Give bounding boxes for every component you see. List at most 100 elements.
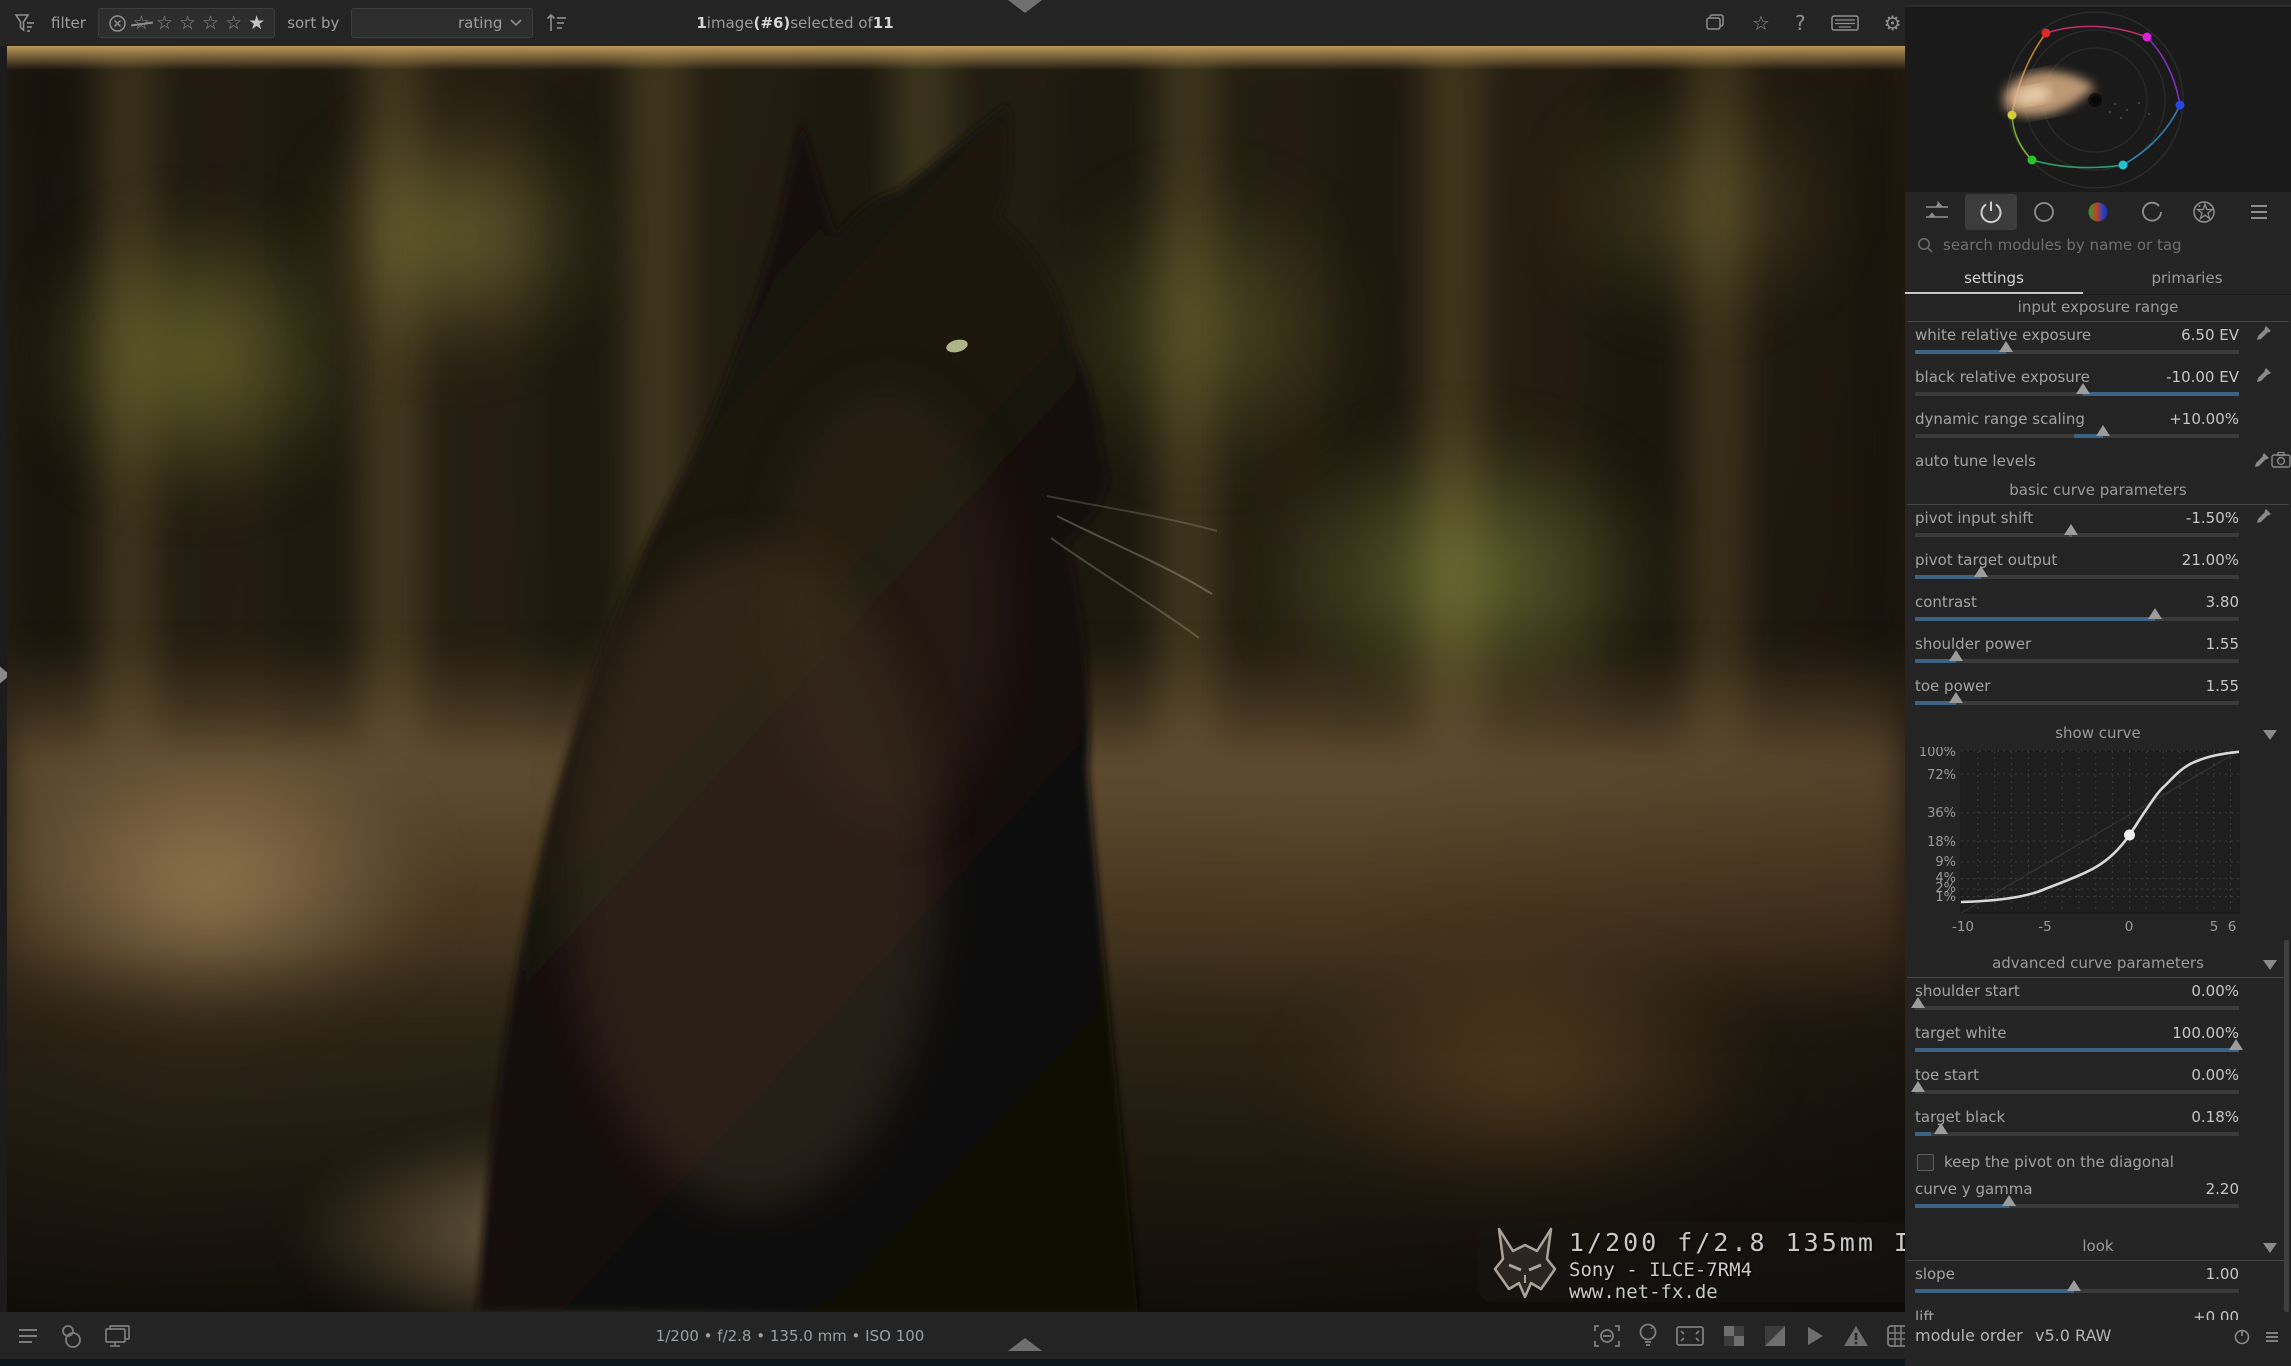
slider-curve-y-gamma[interactable]: curve y gamma 2.20 [1915, 1176, 2239, 1218]
section-show-curve[interactable]: show curve [1907, 721, 2289, 747]
exif-summary-text: 1/200 • f/2.8 • 135.0 mm • ISO 100 [656, 1312, 925, 1359]
preferences-gear-icon[interactable]: ⚙ [1884, 13, 1902, 33]
slider-track[interactable] [1915, 1132, 2239, 1136]
slider-shoulder-start[interactable]: shoulder start 0.00% [1915, 978, 2239, 1020]
filter-funnel-icon[interactable] [12, 10, 39, 37]
filter-label: filter [51, 14, 86, 32]
slider-slope[interactable]: slope 1.00 [1915, 1261, 2239, 1303]
clipping-indicator-icon[interactable] [1762, 1323, 1788, 1349]
star-unrate-icon[interactable]: ☆ [133, 14, 150, 33]
slider-pivot-input-shift[interactable]: pivot input shift -1.50% [1915, 505, 2239, 547]
color-group-icon[interactable] [2072, 194, 2124, 230]
vectorscope-display[interactable] [1905, 0, 2291, 192]
slider-track[interactable] [1915, 1204, 2239, 1208]
star-icon-5[interactable]: ★ [248, 14, 265, 33]
curve-pivot-point[interactable] [2124, 830, 2135, 841]
effects-group-icon[interactable] [2179, 194, 2231, 230]
overlays-star-icon[interactable]: ☆ [1752, 13, 1770, 33]
slider-white-relative-exposure[interactable]: white relative exposure 6.50 EV [1915, 322, 2239, 364]
selection-status-text: 1 image (#6) selected of 11 [696, 0, 893, 46]
eyedropper-icon[interactable] [2253, 451, 2271, 469]
sort-by-dropdown[interactable]: rating [351, 8, 533, 38]
star-icon-1[interactable]: ☆ [156, 14, 173, 33]
collapse-triangle-icon[interactable] [2263, 1243, 2277, 1253]
collapse-triangle-icon[interactable] [2263, 960, 2277, 970]
shortcuts-keyboard-icon[interactable] [1831, 13, 1859, 33]
tab-primaries[interactable]: primaries [2083, 262, 2291, 294]
correct-group-icon[interactable] [2126, 194, 2178, 230]
module-order-label: module order [1915, 1326, 2023, 1345]
quick-access-panel-icon[interactable] [1911, 194, 1963, 230]
slider-target-white[interactable]: target white 100.00% [1915, 1020, 2239, 1062]
iso12646-bulb-icon[interactable] [1637, 1322, 1659, 1350]
svg-text:72%: 72% [1927, 768, 1956, 783]
bottom-toolbar: 1/200 • f/2.8 • 135.0 mm • ISO 100 [0, 1312, 1905, 1359]
slider-toe-power[interactable]: toe power 1.55 [1915, 673, 2239, 715]
slider-track[interactable] [1915, 701, 2239, 705]
sort-direction-icon[interactable] [545, 10, 569, 36]
help-icon[interactable]: ? [1795, 13, 1806, 33]
panel-scrollbar-thumb[interactable] [2284, 940, 2289, 1312]
presets-hamburger-icon[interactable] [2263, 1328, 2281, 1346]
rating-filter-widget[interactable]: ☆ ☆ ☆ ☆ ☆ ★ [98, 8, 275, 38]
eyedropper-icon[interactable] [2255, 324, 2273, 342]
slider-track[interactable] [1915, 533, 2239, 537]
slider-pivot-target-output[interactable]: pivot target output 21.00% [1915, 547, 2239, 589]
slider-track[interactable] [1915, 392, 2239, 396]
active-tab-underline [1905, 292, 2083, 294]
star-icon-4[interactable]: ☆ [225, 14, 242, 33]
slider-track[interactable] [1915, 575, 2239, 579]
slider-shoulder-power[interactable]: shoulder power 1.55 [1915, 631, 2239, 673]
snapshot-circles-icon[interactable] [58, 1323, 84, 1349]
photo-watermark: 1/200 f/2.8 135mm ISO Sony - ILCE-7RM4 w… [1477, 1222, 1905, 1302]
raw-overexposed-icon[interactable] [1721, 1323, 1747, 1349]
slider-track[interactable] [1915, 1289, 2239, 1293]
active-modules-group-power-icon[interactable] [1965, 194, 2017, 230]
gamut-check-icon[interactable] [1803, 1323, 1827, 1349]
sigmoid-tabs: settings primaries [1905, 262, 2291, 295]
x-tick-label: -10 [1952, 919, 1974, 935]
top-panel-toggle[interactable] [1008, 0, 1042, 13]
chevron-down-icon [510, 19, 522, 27]
checkbox-unchecked[interactable] [1917, 1154, 1934, 1171]
slider-track[interactable] [1915, 1006, 2239, 1010]
auto-tune-levels-row[interactable]: auto tune levels [1915, 448, 2239, 478]
black-cat-silhouette [7, 46, 1905, 1312]
base-group-circle-icon[interactable] [2018, 194, 2070, 230]
slider-track[interactable] [1915, 1048, 2239, 1052]
reject-circle-x-icon[interactable] [108, 14, 127, 33]
module-search-input[interactable]: search modules by name or tag [1905, 232, 2291, 258]
full-preview-icon[interactable] [1674, 1323, 1706, 1349]
star-icon-3[interactable]: ☆ [202, 14, 219, 33]
slider-contrast[interactable]: contrast 3.80 [1915, 589, 2239, 631]
module-order-value[interactable]: v5.0 RAW [2035, 1326, 2111, 1345]
eyedropper-icon[interactable] [2255, 366, 2273, 384]
slider-track[interactable] [1915, 434, 2239, 438]
reset-icon[interactable] [2233, 1328, 2251, 1346]
eyedropper-icon[interactable] [2255, 507, 2273, 525]
star-icon-2[interactable]: ☆ [179, 14, 196, 33]
section-advanced-curve-parameters[interactable]: advanced curve parameters [1907, 951, 2289, 978]
slider-track[interactable] [1915, 617, 2239, 621]
darkroom-image-cat-photo[interactable]: 1/200 f/2.8 135mm ISO Sony - ILCE-7RM4 w… [7, 46, 1905, 1312]
focus-peaking-icon[interactable] [1592, 1322, 1622, 1350]
tone-curve-graph[interactable]: 100% 72% 36% 18% 9% 4% 2% 1% -10 -5 0 5 … [1905, 747, 2291, 937]
slider-track[interactable] [1915, 1090, 2239, 1094]
overexposure-warning-icon[interactable] [1842, 1323, 1870, 1349]
section-look[interactable]: look [1907, 1234, 2289, 1261]
tab-settings[interactable]: settings [1905, 262, 2083, 294]
slider-track[interactable] [1915, 659, 2239, 663]
keep-pivot-checkbox-row[interactable]: keep the pivot on the diagonal [1917, 1150, 2239, 1174]
slider-dynamic-range-scaling[interactable]: dynamic range scaling +10.00% [1915, 406, 2239, 448]
menu-hamburger-icon[interactable] [16, 1324, 40, 1348]
slider-black-relative-exposure[interactable]: black relative exposure -10.00 EV [1915, 364, 2239, 406]
slider-toe-start[interactable]: toe start 0.00% [1915, 1062, 2239, 1104]
second-window-icon[interactable] [102, 1323, 132, 1349]
presets-menu-hamburger-icon[interactable] [2233, 194, 2285, 230]
collapse-triangle-icon[interactable] [2263, 730, 2277, 740]
grouping-icon[interactable] [1703, 11, 1727, 35]
camera-icon[interactable] [2271, 451, 2291, 468]
slider-target-black[interactable]: target black 0.18% [1915, 1104, 2239, 1146]
filmstrip-toggle[interactable] [1008, 1338, 1042, 1351]
slider-track[interactable] [1915, 350, 2239, 354]
